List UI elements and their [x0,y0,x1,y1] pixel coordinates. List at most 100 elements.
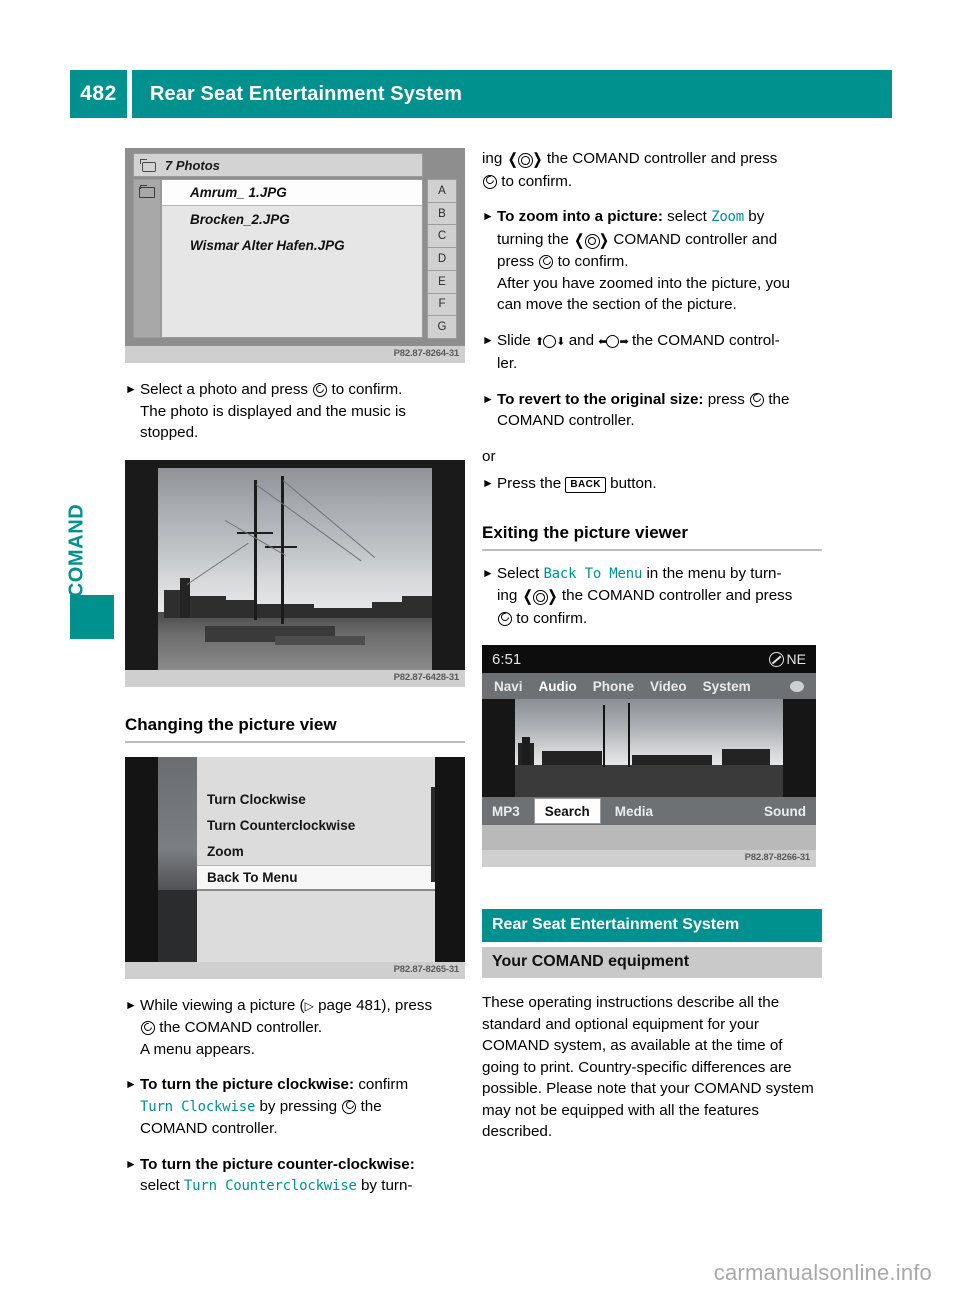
bottom-item-search: Search [533,798,601,824]
alphabet-key: F [427,292,457,317]
step-text-part: and [568,331,595,349]
continuation-text: ing ❬ ❭ the COMAND controller and press t… [482,148,822,192]
menu-item: Turn Counterclockwise [207,818,356,833]
photo-list-screen: 7 Photos Amrum_ 1.JPG Brocken_2.JPG Wism… [125,148,465,346]
menu-option-code: Zoom [711,209,745,225]
step-label: To zoom into a picture: [497,208,663,225]
photo-skyline [158,577,432,618]
menu-panel: Turn Clockwise Turn Counterclockwise Zoo… [197,756,435,962]
step-text-part: press [497,253,535,270]
nav-item-phone: Phone [592,678,635,694]
step-text-part: COMAND controller. [140,1120,278,1137]
step-text-part: stopped. [140,424,199,441]
footer-watermark: carmanualsonline.info [713,1260,932,1285]
menu-item-selected: Back To Menu [197,864,435,891]
step-text: To zoom into a picture: select Zoom by t… [497,206,822,316]
figure-caption-text: P82.87-8265-31 [393,963,460,975]
page-reference: page 481 [318,996,382,1014]
step-text-part: press [707,390,745,408]
bottom-item-sound: Sound [764,803,806,819]
step-text-part: The photo is displayed and the music is [140,402,406,420]
press-controller-icon [140,1020,155,1035]
step-text-part: by turn- [360,1177,413,1194]
section-tab-marker [70,595,114,639]
photo-mast [281,475,284,624]
comand-screen: 6:51 NE Navi Audio Phone Video System MP… [482,645,816,850]
figure-harbour-photo: P82.87-6428-31 [125,459,465,687]
photo-mast [254,479,257,620]
step-text-part: the COMAND controller and press [561,587,793,604]
step-bullet-icon: ► [482,209,494,223]
step-text: Select Back To Menu in the menu by turn-… [497,563,822,630]
step-press-back-button: ► Press the BACK button. [482,473,822,495]
step-text-part: COMAND controller and [613,230,778,248]
step-select-photo: ► Select a photo and press to confirm. T… [125,379,465,444]
comand-nav-bar: Navi Audio Phone Video System [482,673,816,699]
step-text-part: by pressing [259,1097,338,1115]
step-text-part: Press the [497,475,562,492]
step-text-part: confirm [358,1076,409,1093]
step-text-part: to confirm. [557,253,629,270]
figure-caption: P82.87-8266-31 [482,850,816,867]
press-controller-icon [312,382,328,397]
comand-screen-footer [482,825,816,850]
step-revert-original-size: ► To revert to the original size: press … [482,389,822,432]
list-item: Amrum_ 1.JPG [162,180,422,206]
page-header: 482 Rear Seat Entertainment System [70,70,892,118]
menu-right-bar [435,756,465,962]
step-label: To revert to the original size: [497,390,704,408]
step-text-part: After you have zoomed into the picture, … [497,274,790,292]
press-controller-icon [341,1099,357,1114]
step-text-part: Select a photo and press [140,381,309,398]
step-text: Slide ⬆ ⬇ and ⬅ ➡ the COMAND control- ler. [497,330,822,375]
menu-item: Zoom [207,844,244,859]
menu-option-code: Back To Menu [543,565,643,582]
or-separator: or [482,447,496,465]
alphabet-key: G [427,315,457,340]
step-zoom-into-picture: ► To zoom into a picture: select Zoom by… [482,206,822,316]
step-slide-controller: ► Slide ⬆ ⬇ and ⬅ ➡ the COMAND control- le… [482,330,822,375]
step-text: While viewing a picture (▷ page 481), pr… [140,995,465,1061]
step-text-part: button. [610,475,657,492]
step-text-part: select [667,208,707,225]
step-text-part: the COMAND controller. [159,1019,323,1036]
step-bullet-icon: ► [125,382,137,396]
turn-controller-icon: ❬ ❭ [573,231,610,249]
step-text: To turn the picture counter-clockwise: s… [140,1154,465,1198]
heading-exiting-picture-viewer: Exiting the picture viewer [482,522,688,542]
heading-rule [482,548,822,551]
photo-list-title: 7 Photos [165,157,220,173]
step-text-part: by [748,208,765,225]
figure-caption-text: P82.87-8266-31 [744,852,811,863]
alphabet-key: A [427,179,457,203]
comand-status-bar: 6:51 NE [482,645,816,673]
usb-icon [140,158,158,172]
step-bullet-icon: ► [125,1077,137,1091]
press-controller-icon [497,611,512,626]
step-label: To turn the picture counter-clockwise: [140,1155,415,1173]
step-text-part: Slide [497,331,531,349]
chapter-body-paragraph: These operating instructions describe al… [482,994,814,1140]
bottom-item-mp3: MP3 [492,803,520,819]
nav-item-video: Video [650,678,687,694]
menu-item: Turn Clockwise [207,792,306,807]
step-text-part: the [768,390,790,408]
step-text: Select a photo and press to confirm. The… [140,379,465,444]
step-text-part: ), press [381,996,433,1014]
step-text-part: ing [497,587,518,604]
menu-scrollbar [431,786,435,882]
step-text: To revert to the original size: press th… [497,389,822,432]
comand-bottom-bar: MP3 Search Media Sound [482,797,816,825]
step-exit-viewer: ► Select Back To Menu in the menu by tur… [482,563,822,630]
menu-option-code: Turn Clockwise [140,1098,256,1115]
photo-ground [515,765,783,797]
nav-item-audio: Audio [538,678,577,694]
right-column: ing ❬ ❭ the COMAND controller and press t… [482,148,822,1143]
slide-vertical-icon: ⬆ ⬇ [535,334,565,348]
press-controller-icon [538,254,554,269]
step-text-part: A menu appears. [140,1040,255,1058]
step-text-part: to confirm. [331,381,403,398]
menu-option-code: Turn Counterclockwise [183,1178,357,1194]
menu-photo-silhouette [158,889,197,962]
page-ref-icon: ▷ [304,998,314,1013]
